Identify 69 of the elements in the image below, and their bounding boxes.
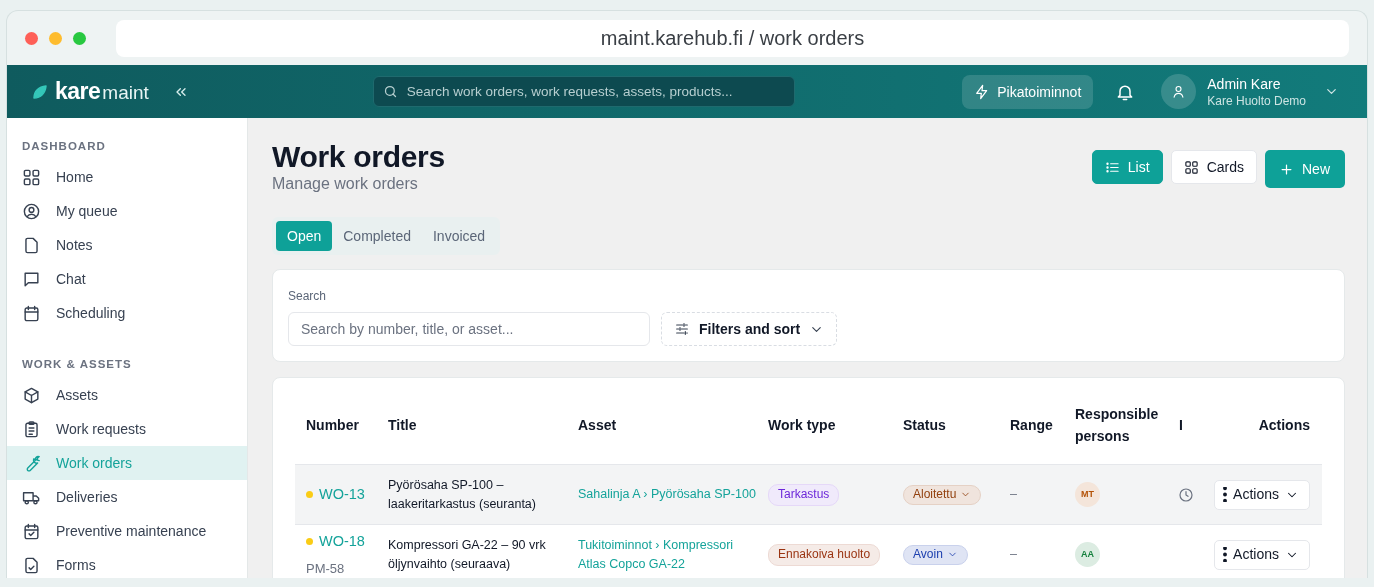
address-bar[interactable]: maint.karehub.fi / work orders xyxy=(116,19,1349,57)
grid-icon xyxy=(1183,159,1199,175)
person-avatar: MT xyxy=(1075,482,1100,507)
work-order-title: Pyörösaha SP-100 – laakeritarkastus (seuranta) xyxy=(388,476,537,513)
search-label: Search xyxy=(288,289,328,303)
document-icon xyxy=(22,235,41,255)
column-header: Number xyxy=(305,416,360,435)
search-field[interactable]: Search by number, title, or asset... xyxy=(288,312,650,346)
vertical-dots-icon xyxy=(1223,487,1228,502)
column-header: Title xyxy=(387,416,418,435)
document-check-icon xyxy=(22,555,41,575)
grid-icon xyxy=(22,167,41,187)
user-avatar[interactable] xyxy=(1161,74,1197,109)
status-dropdown[interactable]: Avoin xyxy=(903,544,968,565)
sidebar-item[interactable]: Forms xyxy=(7,548,247,578)
list-icon xyxy=(1104,159,1120,175)
page-subtitle: Manage work orders xyxy=(272,175,419,193)
status-tab[interactable]: Completed xyxy=(332,221,422,251)
range-value: – xyxy=(1010,546,1017,563)
chat-bubble-icon xyxy=(22,269,41,289)
actions-button[interactable]: Actions xyxy=(1214,479,1310,510)
column-header: Asset xyxy=(577,416,618,435)
calendar-icon xyxy=(22,303,41,323)
maximize-window-icon[interactable] xyxy=(73,31,86,45)
clock-icon xyxy=(1178,486,1194,503)
plus-icon xyxy=(1279,161,1294,177)
cube-icon xyxy=(22,385,41,405)
sidebar-item[interactable]: Notes xyxy=(7,228,247,262)
global-search-field[interactable]: Search work orders, work requests, assets, products... xyxy=(372,76,795,107)
quick-actions-button[interactable]: Pikatoiminnot xyxy=(962,74,1094,109)
sidebar-item[interactable]: My queue xyxy=(7,194,247,228)
column-header: Status xyxy=(902,416,947,435)
status-tab[interactable]: Invoiced xyxy=(421,221,497,251)
sidebar-item[interactable]: Chat xyxy=(7,262,247,296)
app-logo[interactable]: karemaint xyxy=(31,78,149,105)
plan-number: PM-58 xyxy=(306,559,345,578)
column-header: Work type xyxy=(767,416,837,435)
sidebar-item[interactable]: Preventive maintenance xyxy=(7,514,247,548)
calendar-check-icon xyxy=(22,521,41,541)
column-header: I xyxy=(1178,416,1184,435)
filters-and-sort-button[interactable]: Filters and sort xyxy=(661,312,838,346)
column-header: Responsible persons xyxy=(1074,405,1160,446)
user-name: Admin Kare xyxy=(1207,75,1282,92)
clipboard-list-icon xyxy=(22,419,41,439)
sidebar-item[interactable]: Deliveries xyxy=(7,480,247,514)
status-dropdown[interactable]: Aloitettu xyxy=(903,484,982,505)
work-type-tag: Tarkastus xyxy=(768,483,840,506)
organization-name: Kare Huolto Demo xyxy=(1207,93,1306,108)
view-toggle-button[interactable]: Cards xyxy=(1170,150,1257,184)
sidebar-section-title: WORK & ASSETS xyxy=(21,358,133,370)
sidebar-item[interactable]: Assets xyxy=(7,378,247,412)
work-type-tag: Ennakoiva huolto xyxy=(768,543,881,566)
sidebar-item[interactable]: Work requests xyxy=(7,412,247,446)
sidebar-section-title: DASHBOARD xyxy=(21,140,107,152)
search-icon xyxy=(382,84,398,99)
sidebar-item[interactable]: Home xyxy=(7,160,247,194)
actions-button[interactable]: Actions xyxy=(1214,539,1310,570)
page-title: Work orders xyxy=(272,140,445,174)
sliders-icon xyxy=(674,321,690,337)
work-order-title: Kompressori GA-22 – 90 vrk öljynvaihto (seuraava) xyxy=(388,536,547,573)
sidebar-item[interactable]: Scheduling xyxy=(7,296,247,330)
leaf-logo-icon xyxy=(31,82,49,101)
close-window-icon[interactable] xyxy=(25,31,38,45)
range-value: – xyxy=(1010,486,1017,503)
vertical-dots-icon xyxy=(1223,547,1228,562)
person-avatar: AA xyxy=(1075,542,1100,567)
user-circle-icon xyxy=(22,201,41,221)
column-header: Actions xyxy=(1257,416,1311,435)
column-header: Range xyxy=(1009,416,1054,435)
